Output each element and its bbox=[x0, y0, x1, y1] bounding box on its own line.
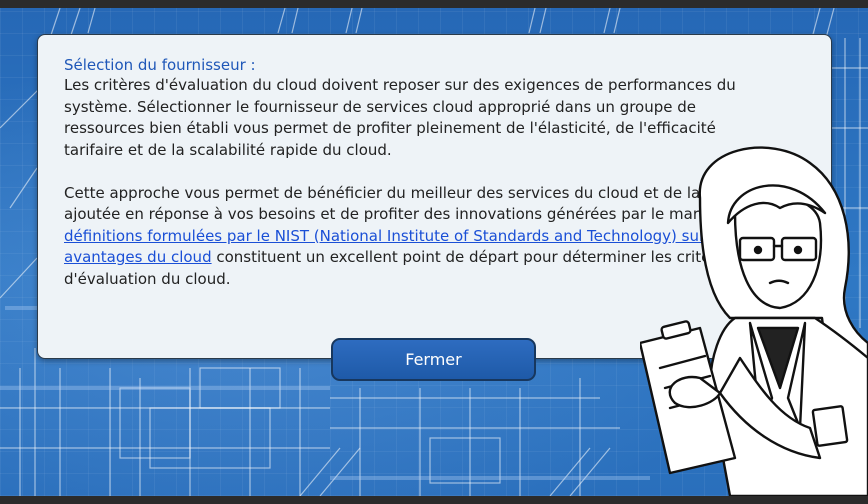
bottom-bar bbox=[0, 496, 868, 504]
character-illustration bbox=[638, 128, 868, 498]
dialog-title: Sélection du fournisseur : bbox=[64, 56, 256, 74]
top-bar bbox=[0, 0, 868, 8]
woman-with-clipboard-illustration bbox=[638, 146, 868, 498]
close-button[interactable]: Fermer bbox=[331, 338, 536, 381]
